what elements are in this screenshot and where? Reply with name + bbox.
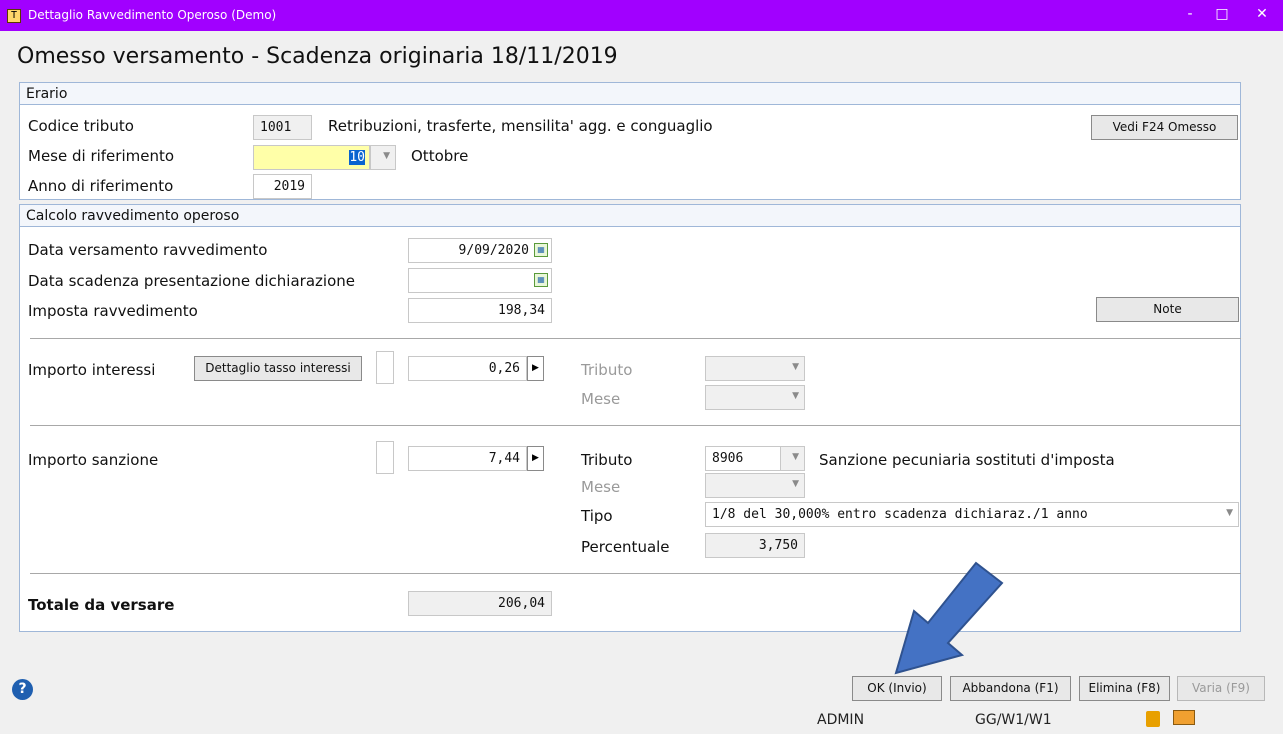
mese-riferimento-value: 10 <box>349 150 365 165</box>
interessi-flag-box <box>376 351 394 384</box>
chevron-down-icon: ▼ <box>792 391 799 401</box>
chevron-down-icon: ▼ <box>792 362 799 372</box>
database-icon <box>1146 711 1160 727</box>
vedi-f24-button[interactable]: Vedi F24 Omesso <box>1091 115 1238 140</box>
importo-interessi-field[interactable]: 0,26 <box>408 356 527 381</box>
importo-sanzione-label: Importo sanzione <box>28 451 159 469</box>
app-icon: T <box>7 9 21 23</box>
mese-riferimento-field[interactable]: 10 <box>253 145 370 170</box>
chevron-down-icon: ▼ <box>383 151 390 161</box>
sanzione-flag-box <box>376 441 394 474</box>
anno-riferimento-label: Anno di riferimento <box>28 177 174 195</box>
codice-tributo-desc: Retribuzioni, trasferte, mensilita' agg.… <box>328 117 713 135</box>
chevron-down-icon: ▼ <box>1226 508 1233 518</box>
codice-tributo-field[interactable]: 1001 <box>253 115 312 140</box>
mese-dropdown-button[interactable]: ▼ <box>370 145 396 170</box>
sanzione-mese-dropdown[interactable]: ▼ <box>705 473 805 498</box>
data-scadenza-field[interactable] <box>408 268 552 293</box>
erario-group: Erario Codice tributo 1001 Retribuzioni,… <box>19 82 1241 200</box>
ok-button[interactable]: OK (Invio) <box>852 676 942 701</box>
tipo-field[interactable]: 1/8 del 30,000% entro scadenza dichiaraz… <box>705 502 1239 527</box>
calcolo-group: Calcolo ravvedimento operoso Data versam… <box>19 204 1241 632</box>
importo-interessi-label: Importo interessi <box>28 361 156 379</box>
dettaglio-tasso-button[interactable]: Dettaglio tasso interessi <box>194 356 362 381</box>
calcolo-header: Calcolo ravvedimento operoso <box>20 205 1240 227</box>
percentuale-label: Percentuale <box>581 538 670 556</box>
calendar-icon[interactable]: ▦ <box>534 243 548 257</box>
sanzione-tributo-dropdown[interactable]: ▼ <box>780 446 805 471</box>
sanzione-tributo-label: Tributo <box>581 451 633 469</box>
interessi-mese-dropdown[interactable]: ▼ <box>705 385 805 410</box>
page-title: Omesso versamento - Scadenza originaria … <box>17 44 618 69</box>
maximize-button[interactable]: □ <box>1208 5 1236 25</box>
mese-desc: Ottobre <box>411 147 469 165</box>
anno-riferimento-field[interactable]: 2019 <box>253 174 312 199</box>
erario-header: Erario <box>20 83 1240 105</box>
data-versamento-field[interactable]: 9/09/2020 <box>408 238 552 263</box>
percentuale-field[interactable]: 3,750 <box>705 533 805 558</box>
status-path: GG/W1/W1 <box>975 712 1052 728</box>
chevron-down-icon: ▼ <box>792 479 799 489</box>
importo-sanzione-field[interactable]: 7,44 <box>408 446 527 471</box>
tipo-label: Tipo <box>581 507 613 525</box>
divider <box>30 573 1241 574</box>
sanzione-tributo-desc: Sanzione pecuniaria sostituti d'imposta <box>819 451 1115 469</box>
divider <box>30 425 1241 426</box>
calendar-icon[interactable]: ▦ <box>534 273 548 287</box>
sanzione-tributo-field[interactable]: 8906 <box>705 446 781 471</box>
data-versamento-label: Data versamento ravvedimento <box>28 241 268 259</box>
interessi-mese-label: Mese <box>581 390 621 408</box>
tipo-dropdown[interactable]: ▼ <box>1215 503 1238 528</box>
help-icon[interactable]: ? <box>12 679 33 700</box>
chevron-down-icon: ▼ <box>792 452 799 462</box>
mese-riferimento-label: Mese di riferimento <box>28 147 175 165</box>
monitor-icon <box>1173 710 1195 725</box>
totale-field: 206,04 <box>408 591 552 616</box>
elimina-button[interactable]: Elimina (F8) <box>1079 676 1170 701</box>
divider <box>30 338 1241 339</box>
play-icon[interactable]: ▶ <box>527 356 544 381</box>
varia-button[interactable]: Varia (F9) <box>1177 676 1265 701</box>
note-button[interactable]: Note <box>1096 297 1239 322</box>
window-title: Dettaglio Ravvedimento Operoso (Demo) <box>28 8 277 22</box>
totale-label: Totale da versare <box>28 596 175 614</box>
annotation-arrow <box>894 561 1004 675</box>
status-user: ADMIN <box>817 712 865 728</box>
interessi-tributo-label: Tributo <box>581 361 633 379</box>
codice-tributo-label: Codice tributo <box>28 117 134 135</box>
minimize-button[interactable]: - <box>1176 5 1204 25</box>
imposta-field[interactable]: 198,34 <box>408 298 552 323</box>
abbandona-button[interactable]: Abbandona (F1) <box>950 676 1071 701</box>
interessi-tributo-dropdown[interactable]: ▼ <box>705 356 805 381</box>
close-button[interactable]: ✕ <box>1248 5 1276 25</box>
imposta-label: Imposta ravvedimento <box>28 302 198 320</box>
data-scadenza-label: Data scadenza presentazione dichiarazion… <box>28 272 355 290</box>
sanzione-mese-label: Mese <box>581 478 621 496</box>
title-bar: T Dettaglio Ravvedimento Operoso (Demo) … <box>0 0 1283 31</box>
play-icon[interactable]: ▶ <box>527 446 544 471</box>
